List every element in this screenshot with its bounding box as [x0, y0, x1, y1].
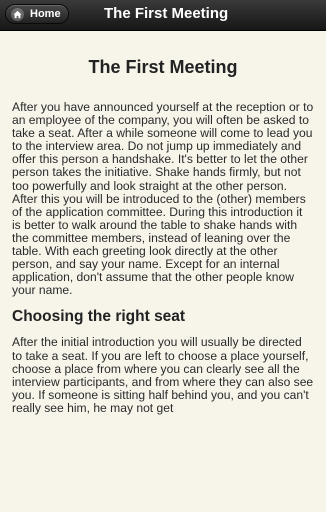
header-bar: Home The First Meeting: [0, 0, 326, 31]
app-title: The First Meeting: [104, 5, 229, 22]
article-paragraph: After the initial introduction you will …: [12, 335, 314, 415]
section-heading: Choosing the right seat: [12, 308, 186, 326]
home-button-label: Home: [30, 8, 61, 20]
home-icon: [11, 7, 24, 21]
article-content: The First Meeting After you have announc…: [0, 31, 326, 415]
article-paragraph: After you have announced yourself at the…: [12, 100, 314, 298]
home-button[interactable]: Home: [5, 4, 69, 24]
article-title: The First Meeting: [88, 57, 238, 77]
